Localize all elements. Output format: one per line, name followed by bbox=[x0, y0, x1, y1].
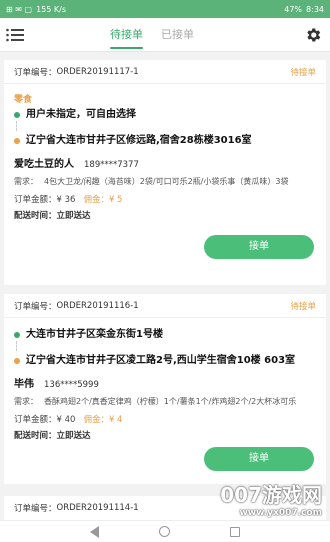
status-icons: ⊞ ✉ ▢ bbox=[6, 4, 33, 14]
home-icon[interactable] bbox=[159, 526, 170, 537]
watermark-url: www.yx007.com bbox=[239, 508, 322, 518]
pickup-address: 大连市甘井子区栾金东街1号楼 bbox=[26, 329, 163, 340]
network-speed: 155 K/s bbox=[36, 4, 66, 14]
watermark-logo: 007游戏网 bbox=[220, 483, 322, 507]
menu-icon[interactable] bbox=[6, 27, 24, 42]
needs-label: 需求： bbox=[14, 397, 38, 406]
back-icon[interactable] bbox=[90, 525, 99, 538]
customer-phone[interactable]: 189****7377 bbox=[84, 160, 139, 170]
order-tabs: 待接单 已接单 bbox=[110, 18, 194, 52]
customer-phone[interactable]: 136****5999 bbox=[44, 380, 99, 390]
pickup-dot-icon bbox=[14, 332, 20, 338]
order-number: ORDER20191116-1 bbox=[56, 300, 139, 311]
order-header: 订单编号： ORDER20191116-1 待接单 bbox=[4, 294, 326, 318]
status-bar: ⊞ ✉ ▢ 155 K/s 47% 8:34 bbox=[0, 0, 330, 18]
dropoff-dot-icon bbox=[14, 138, 20, 144]
order-number-label: 订单编号： bbox=[14, 301, 57, 312]
order-status: 待接单 bbox=[290, 67, 316, 78]
pickup-address: 用户未指定，可自由选择 bbox=[26, 109, 136, 120]
dropoff-address: 辽宁省大连市甘井子区凌工路2号,西山学生宿舍10楼 603室 bbox=[26, 355, 296, 366]
customer-name: 毕伟 bbox=[14, 379, 34, 390]
route-line bbox=[16, 121, 17, 131]
pickup-dot-icon bbox=[14, 112, 20, 118]
customer-name: 爱吃土豆的人 bbox=[14, 159, 74, 170]
order-number-label: 订单编号： bbox=[14, 67, 57, 78]
accept-order-button[interactable]: 接单 bbox=[204, 235, 314, 259]
order-category: 零食 bbox=[14, 95, 33, 105]
battery-level: 47% bbox=[284, 4, 303, 14]
dropoff-dot-icon bbox=[14, 358, 20, 364]
order-number-label: 订单编号： bbox=[14, 504, 57, 514]
accept-order-button[interactable]: 接单 bbox=[204, 447, 314, 471]
order-card: 订单编号： ORDER20191116-1 待接单 大连市甘井子区栾金东街1号楼… bbox=[4, 294, 326, 484]
route-line bbox=[16, 341, 17, 351]
needs-text: 4包大卫龙/闲趣（海苔味）2袋/可口可乐2瓶/小袋乐事（黄瓜味）3袋 bbox=[44, 177, 289, 186]
dropoff-address: 辽宁省大连市甘井子区修远路,宿舍28栋楼3016室 bbox=[26, 135, 252, 146]
order-amount: 订单金额：¥ 36 bbox=[14, 195, 76, 205]
delivery-time: 配送时间：立即送达 bbox=[14, 431, 91, 441]
order-header: 订单编号： ORDER20191117-1 待接单 bbox=[4, 60, 326, 84]
delivery-time: 配送时间：立即送达 bbox=[14, 211, 91, 221]
needs-text: 香酥鸡翅2个/真香定律鸡（柠檬）1个/薯条1个/炸鸡翅2个/2大杯冰可乐 bbox=[44, 397, 297, 406]
needs-label: 需求： bbox=[14, 177, 38, 186]
tab-accepted[interactable]: 已接单 bbox=[161, 18, 194, 52]
order-card: 订单编号： ORDER20191117-1 待接单 零食 用户未指定，可自由选择… bbox=[4, 60, 326, 285]
commission: 佣金：¥ 5 bbox=[83, 195, 123, 205]
commission: 佣金：¥ 4 bbox=[83, 415, 123, 425]
order-number: ORDER20191117-1 bbox=[56, 66, 139, 77]
tab-pending[interactable]: 待接单 bbox=[110, 18, 143, 52]
recent-apps-icon[interactable] bbox=[230, 526, 240, 537]
top-bar: 待接单 已接单 bbox=[0, 18, 330, 52]
gear-icon[interactable] bbox=[304, 26, 322, 44]
order-status: 待接单 bbox=[290, 301, 316, 312]
order-number: ORDER20191114-1 bbox=[56, 503, 139, 513]
system-nav-bar bbox=[0, 520, 330, 542]
site-watermark: 007游戏网 www.yx007.com bbox=[220, 479, 322, 518]
order-amount: 订单金额：¥ 40 bbox=[14, 415, 76, 425]
clock: 8:34 bbox=[306, 4, 324, 14]
